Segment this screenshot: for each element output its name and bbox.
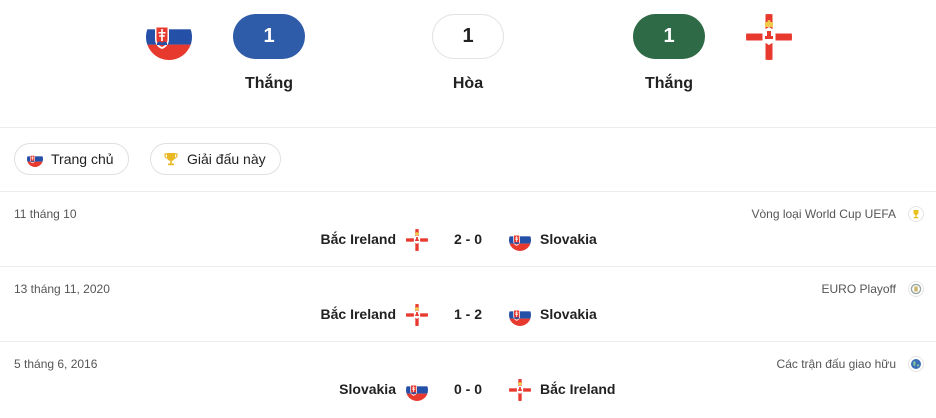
match-date: 5 tháng 6, 2016 bbox=[14, 357, 98, 371]
match-home-team: Slovakia bbox=[339, 381, 396, 397]
draws-count: 1 bbox=[432, 14, 504, 59]
match-away-team: Slovakia bbox=[540, 231, 597, 247]
match-score: 0 - 0 bbox=[453, 381, 482, 397]
match-row[interactable]: 11 tháng 10 Vòng loại World Cup UEFA Bắc… bbox=[0, 192, 936, 267]
match-row[interactable]: 13 tháng 11, 2020 EURO Playoff Bắc Irela… bbox=[0, 267, 936, 342]
match-score: 2 - 0 bbox=[453, 231, 482, 247]
match-home-team: Bắc Ireland bbox=[320, 231, 396, 247]
match-competition: Vòng loại World Cup UEFA bbox=[751, 207, 896, 221]
away-wins-label: Thắng bbox=[645, 75, 693, 92]
filter-home-chip[interactable]: Trang chủ bbox=[14, 143, 129, 175]
match-row[interactable]: 5 tháng 6, 2016 Các trận đấu giao hữu Sl… bbox=[0, 342, 936, 417]
match-date: 11 tháng 10 bbox=[14, 207, 77, 221]
northern-ireland-flag-icon bbox=[509, 379, 531, 401]
world-cup-icon bbox=[908, 206, 924, 222]
slovakia-flag-icon bbox=[146, 14, 192, 60]
filter-home-label: Trang chủ bbox=[51, 151, 114, 167]
northern-ireland-flag-icon bbox=[406, 304, 428, 326]
filter-tournament-label: Giải đấu này bbox=[187, 151, 266, 167]
match-away-team: Bắc Ireland bbox=[540, 381, 616, 397]
home-wins-count: 1 bbox=[233, 14, 305, 59]
slovakia-flag-icon bbox=[509, 304, 531, 326]
slovakia-flag-icon bbox=[509, 229, 531, 251]
away-wins-count: 1 bbox=[633, 14, 705, 59]
match-competition: Các trận đấu giao hữu bbox=[776, 357, 896, 371]
euro-icon bbox=[908, 281, 924, 297]
home-wins-label: Thắng bbox=[245, 75, 293, 92]
head-to-head-summary: 1 Thắng 1 Hòa 1 Thắng bbox=[0, 0, 936, 127]
northern-ireland-flag-icon bbox=[406, 229, 428, 251]
match-home-team: Bắc Ireland bbox=[320, 306, 396, 322]
draws-label: Hòa bbox=[452, 75, 484, 92]
match-competition: EURO Playoff bbox=[821, 282, 896, 296]
trophy-icon bbox=[164, 153, 178, 166]
match-date: 13 tháng 11, 2020 bbox=[14, 282, 110, 296]
globe-icon bbox=[908, 356, 924, 372]
filter-this-tournament-chip[interactable]: Giải đấu này bbox=[150, 143, 281, 175]
northern-ireland-flag-icon bbox=[746, 14, 792, 60]
match-away-team: Slovakia bbox=[540, 306, 597, 322]
summary-divider bbox=[0, 127, 936, 128]
slovakia-flag-icon bbox=[406, 379, 428, 401]
match-score: 1 - 2 bbox=[453, 306, 482, 322]
slovakia-flag-icon bbox=[27, 151, 43, 167]
